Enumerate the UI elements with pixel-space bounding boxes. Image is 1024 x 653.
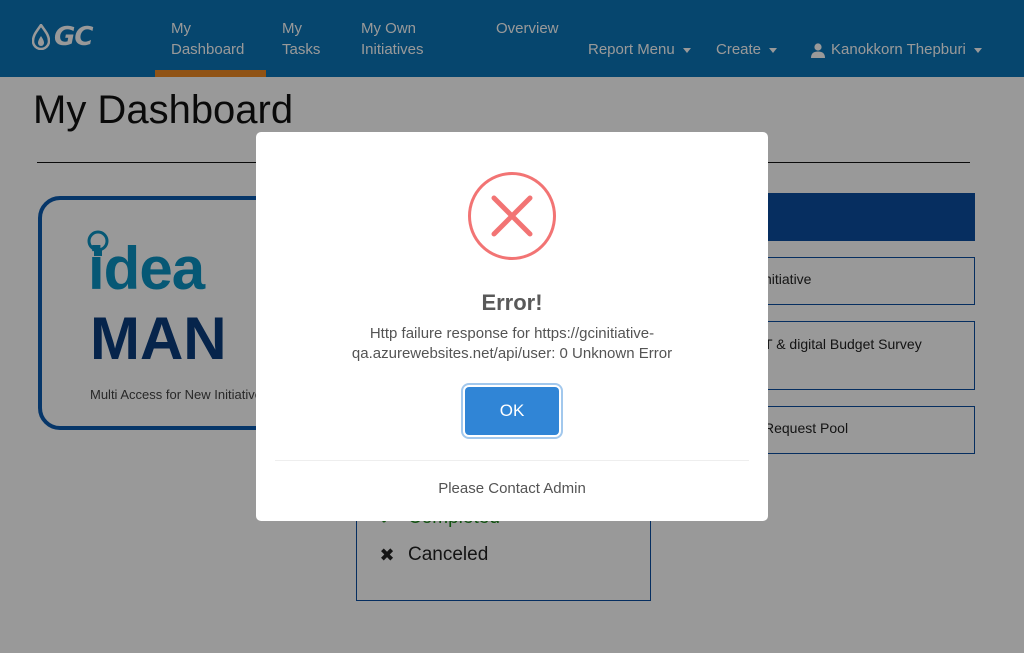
dialog-footer-text: Please Contact Admin (438, 480, 586, 497)
dialog-message: Http failure response for https://gcinit… (351, 325, 673, 362)
error-dialog: Error! Http failure response for https:/… (256, 132, 768, 521)
error-x-icon (468, 172, 556, 260)
dialog-footer-divider (275, 460, 749, 461)
ok-button[interactable]: OK (465, 387, 559, 435)
dialog-title: Error! (481, 290, 543, 315)
